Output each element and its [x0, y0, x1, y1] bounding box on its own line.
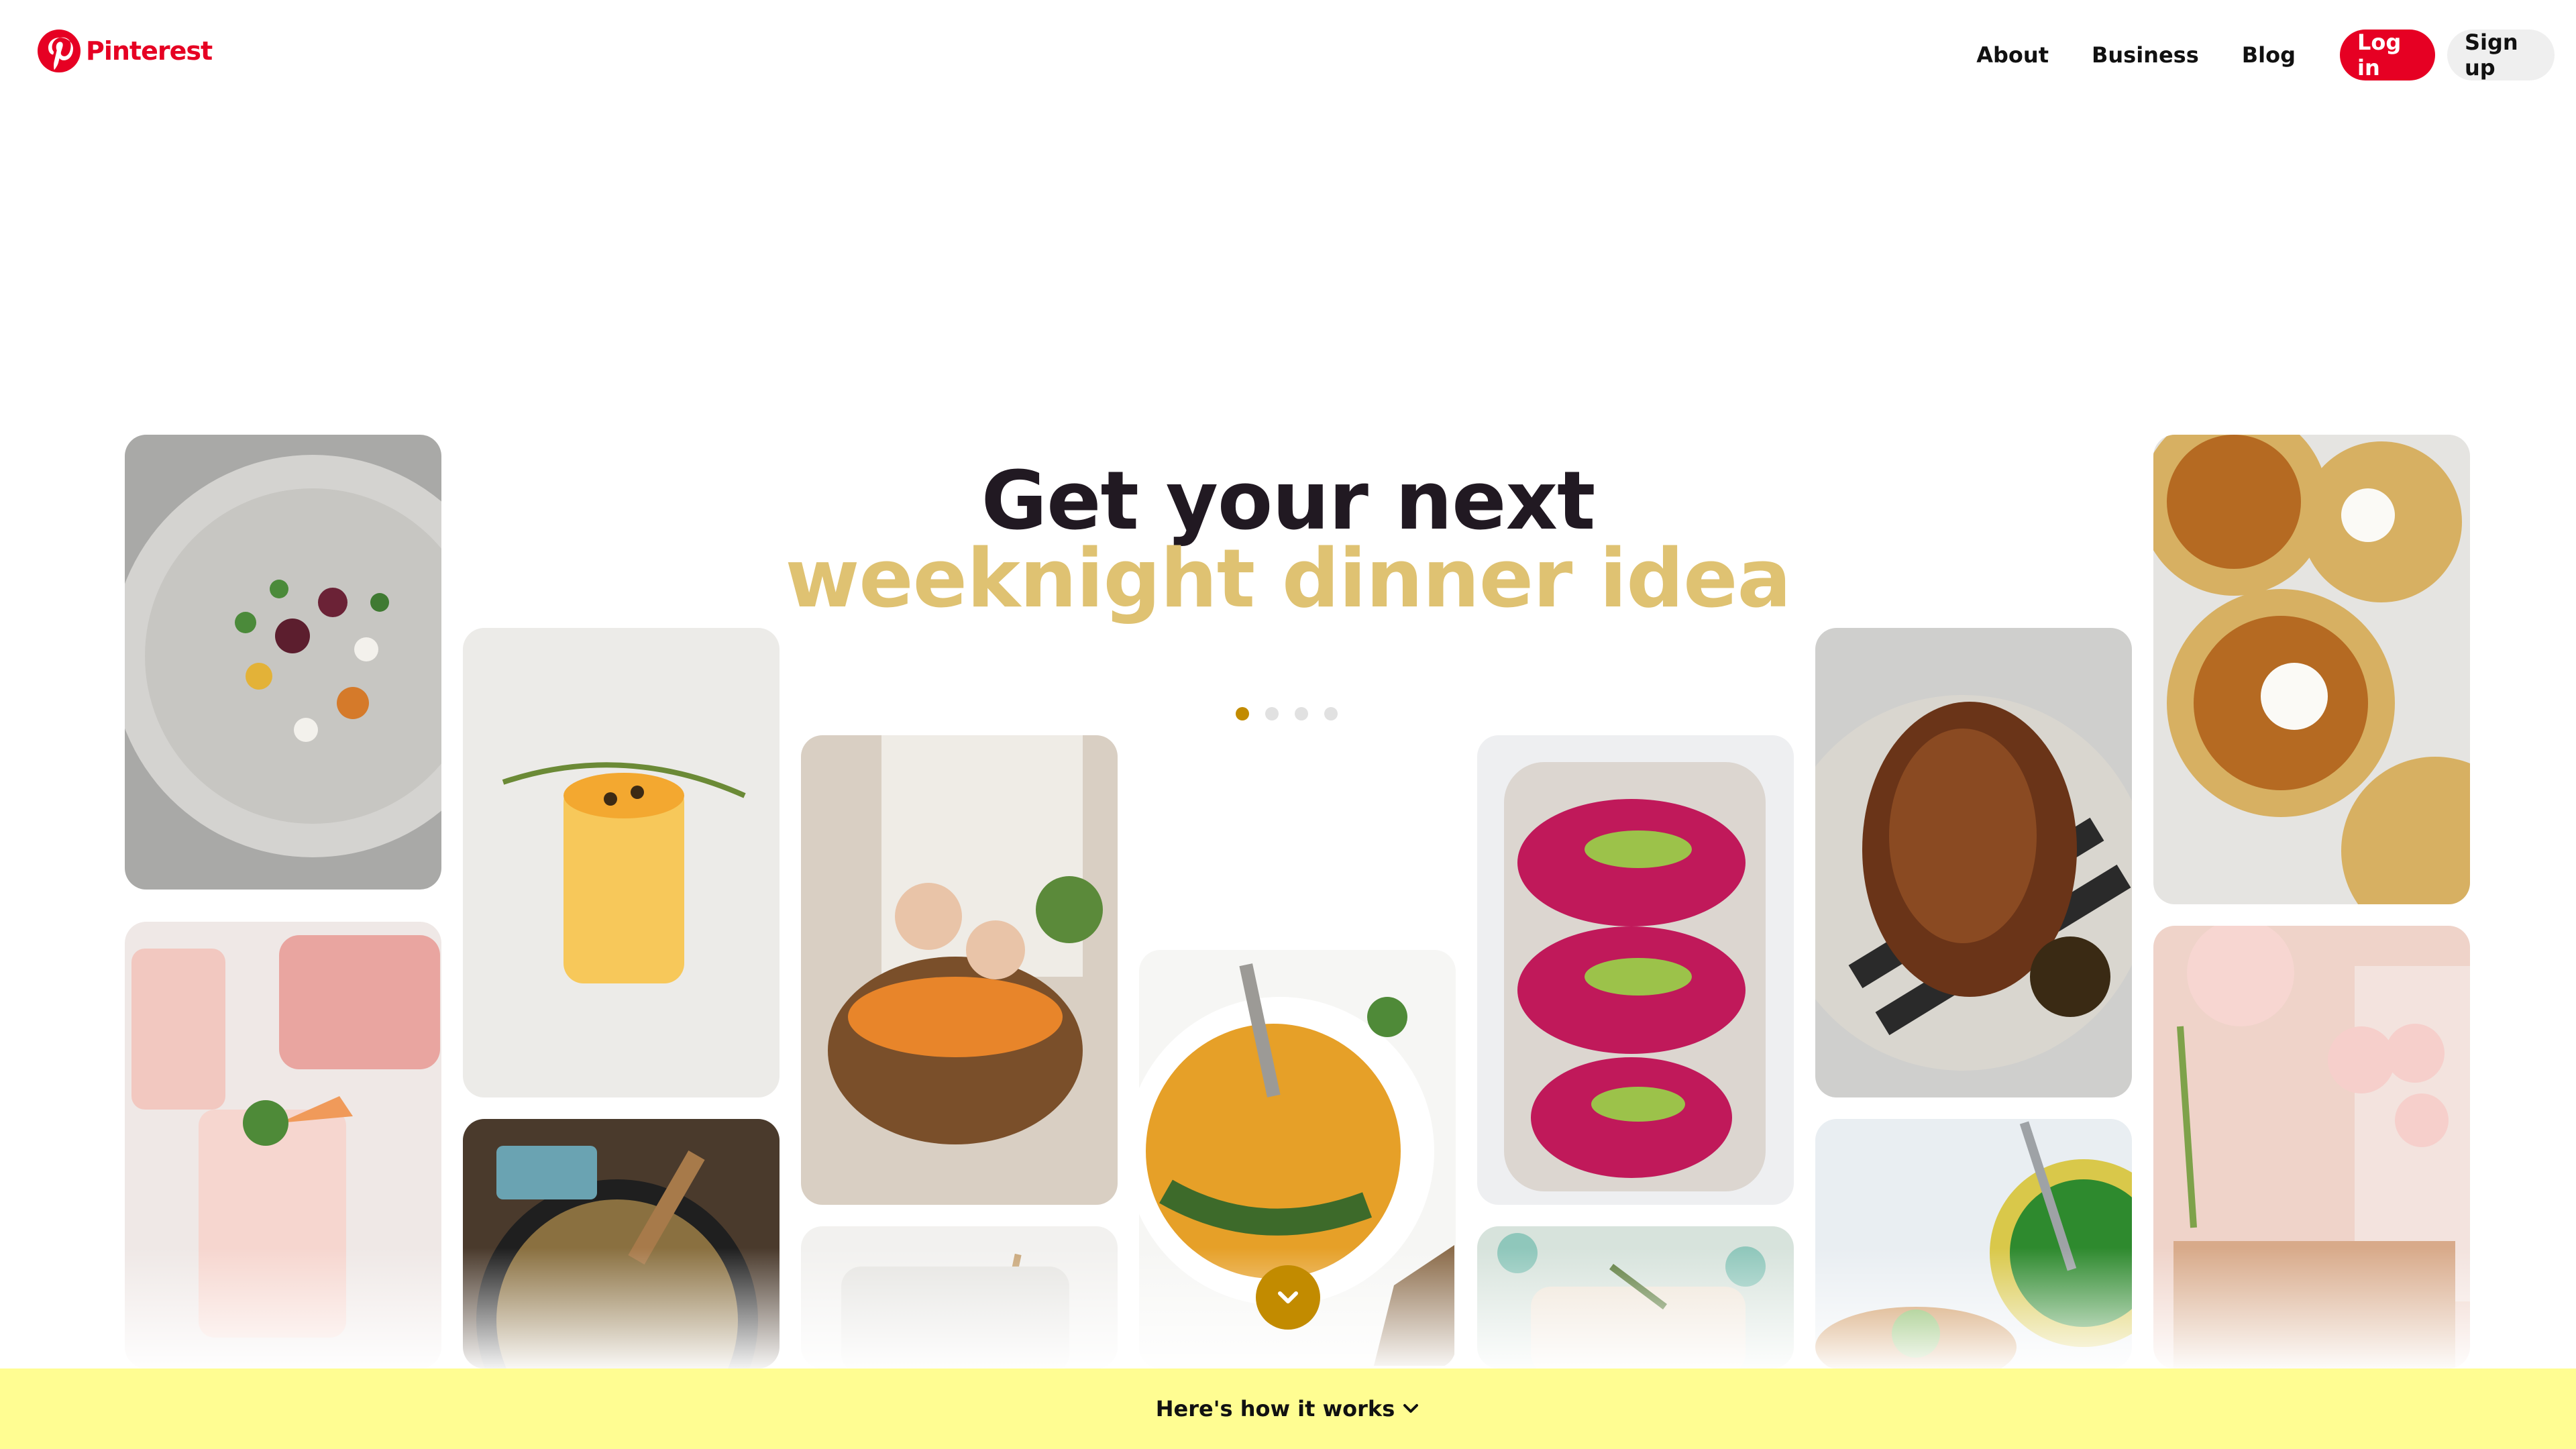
carousel-dot-4[interactable] [1324, 707, 1338, 720]
nav-link-about[interactable]: About [1976, 42, 2049, 68]
how-it-works-label[interactable]: Here's how it works [1156, 1396, 1395, 1421]
scroll-down-button[interactable] [1256, 1265, 1320, 1330]
pin-beet-salad-plate[interactable] [125, 435, 441, 890]
carousel-dot-1[interactable] [1236, 707, 1249, 720]
chevron-down-icon [1403, 1404, 1419, 1413]
carousel-dot-3[interactable] [1295, 707, 1308, 720]
top-nav: About Business Blog Log in Sign up [1976, 30, 2555, 80]
carousel-dots [1236, 707, 1338, 720]
pinterest-logo[interactable]: Pinterest [38, 30, 213, 72]
pin-grilled-citrus-drink[interactable] [463, 628, 780, 1097]
pin-chickpea-flatbreads[interactable] [2153, 435, 2470, 904]
pin-hands-garnishing-bowl[interactable] [801, 735, 1118, 1205]
carousel-dot-2[interactable] [1265, 707, 1279, 720]
pinterest-logo-icon [38, 30, 80, 72]
header: Pinterest About Business Blog Log in Sig… [0, 0, 2576, 107]
login-button[interactable]: Log in [2340, 30, 2435, 80]
nav-link-business[interactable]: Business [2092, 42, 2199, 68]
how-it-works-bar[interactable]: Here's how it works [0, 1368, 2576, 1449]
pin-beet-hummus-avocado-toast[interactable] [1477, 735, 1794, 1205]
nav-link-blog[interactable]: Blog [2242, 42, 2296, 68]
signup-button[interactable]: Sign up [2447, 30, 2555, 80]
chevron-down-icon [1278, 1291, 1298, 1303]
brand-name: Pinterest [86, 36, 213, 66]
pin-roast-chicken-plate[interactable] [1815, 628, 2132, 1097]
